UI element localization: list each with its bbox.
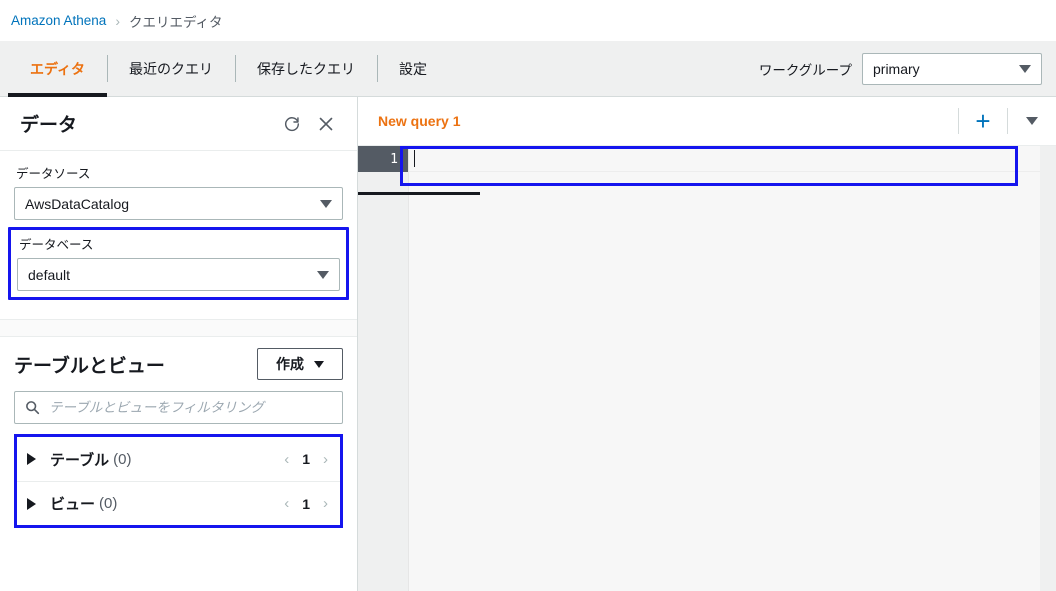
- tables-views-list: テーブル (0) ‹ 1 › ビュー (0) ‹ 1 ›: [14, 434, 343, 528]
- editor-gutter: 1: [358, 146, 408, 591]
- views-page-number: 1: [302, 495, 310, 512]
- close-icon[interactable]: [313, 111, 339, 137]
- editor-code-column[interactable]: [408, 146, 1040, 591]
- views-row-count: (0): [99, 495, 118, 512]
- tables-row-count: (0): [113, 450, 132, 468]
- refresh-icon[interactable]: [279, 111, 305, 137]
- text-cursor: [414, 150, 415, 167]
- nav-tabbar: エディタ 最近のクエリ 保存したクエリ 設定 ワークグループ primary: [0, 41, 1056, 97]
- search-icon: [25, 400, 40, 415]
- code-editor[interactable]: 1: [358, 145, 1056, 591]
- tab-recent-queries[interactable]: 最近のクエリ: [107, 41, 235, 96]
- breadcrumb-separator-icon: ›: [115, 12, 120, 29]
- chevron-down-icon: [314, 360, 324, 368]
- chevron-down-icon: [1026, 117, 1038, 125]
- breadcrumb: Amazon Athena › クエリエディタ: [0, 0, 1056, 41]
- tab-saved-queries[interactable]: 保存したクエリ: [235, 41, 377, 96]
- expand-triangle-icon[interactable]: [27, 497, 36, 510]
- datasource-field: データソース AwsDataCatalog: [14, 163, 343, 220]
- datasource-selected-value: AwsDataCatalog: [25, 195, 130, 212]
- panel-section-gap: [0, 320, 357, 337]
- tables-row-label: テーブル: [50, 451, 110, 469]
- add-query-tab-button[interactable]: +: [959, 97, 1007, 145]
- tables-and-views-title: テーブルとビュー: [14, 355, 165, 377]
- code-line-1[interactable]: [409, 146, 1040, 172]
- query-tab-menu-button[interactable]: [1008, 97, 1056, 145]
- filter-input[interactable]: [49, 400, 332, 415]
- breadcrumb-link-amazon-athena[interactable]: Amazon Athena: [11, 13, 106, 28]
- editor-right-margin: [1040, 146, 1056, 591]
- filter-search-box[interactable]: [14, 391, 343, 424]
- main-body: データ データソース AwsDataCatalog データベース default…: [0, 97, 1056, 591]
- tab-editor[interactable]: エディタ: [8, 41, 108, 97]
- data-source-section: データソース AwsDataCatalog データベース default: [0, 151, 357, 314]
- database-field: データベース default: [8, 227, 349, 300]
- expand-triangle-icon[interactable]: [27, 453, 36, 465]
- create-button[interactable]: 作成: [257, 348, 343, 380]
- active-tab-indicator: [358, 192, 480, 195]
- workgroup-label: ワークグループ: [758, 62, 852, 78]
- query-editor-area: New query 1 + 1: [358, 97, 1056, 591]
- views-pager: ‹ 1 ›: [284, 496, 328, 512]
- tab-settings[interactable]: 設定: [377, 41, 449, 96]
- data-panel-title: データ: [20, 115, 78, 136]
- list-item-views[interactable]: ビュー (0) ‹ 1 ›: [17, 481, 340, 525]
- datasource-label: データソース: [16, 167, 91, 181]
- tables-and-views-header: テーブルとビュー 作成: [14, 337, 343, 391]
- next-page-icon[interactable]: ›: [323, 496, 328, 511]
- create-button-label: 作成: [276, 356, 304, 372]
- workgroup-selected-value: primary: [873, 60, 920, 77]
- database-label: データベース: [19, 238, 94, 252]
- views-row-label: ビュー: [50, 496, 96, 513]
- data-panel: データ データソース AwsDataCatalog データベース default…: [0, 97, 358, 591]
- query-tab-actions: +: [958, 97, 1056, 145]
- workgroup-selector-group: ワークグループ primary: [758, 52, 1056, 85]
- chevron-down-icon: [317, 270, 329, 279]
- query-tab-new-query-1[interactable]: New query 1: [378, 113, 460, 129]
- line-number: 1: [358, 146, 408, 172]
- breadcrumb-current-page: クエリエディタ: [129, 14, 223, 30]
- workgroup-select[interactable]: primary: [862, 52, 1042, 85]
- data-panel-filler: [0, 528, 357, 591]
- tables-page-number: 1: [302, 451, 310, 467]
- nav-tab-list: エディタ 最近のクエリ 保存したクエリ 設定: [8, 41, 449, 97]
- next-page-icon[interactable]: ›: [323, 452, 328, 467]
- chevron-down-icon: [320, 199, 332, 208]
- previous-page-icon[interactable]: ‹: [284, 452, 289, 467]
- datasource-select[interactable]: AwsDataCatalog: [14, 187, 343, 220]
- database-selected-value: default: [28, 266, 71, 283]
- tables-and-views-section: テーブルとビュー 作成 テーブルとビューをフィルタリング テーブル (0) ‹ …: [0, 337, 357, 528]
- list-item-tables[interactable]: テーブル (0) ‹ 1 ›: [17, 437, 340, 481]
- database-select[interactable]: default: [17, 258, 340, 291]
- previous-page-icon[interactable]: ‹: [284, 496, 289, 511]
- tables-pager: ‹ 1 ›: [284, 451, 328, 467]
- data-panel-header: データ: [0, 97, 357, 151]
- query-tabbar: New query 1 +: [358, 97, 1056, 145]
- chevron-down-icon: [1019, 64, 1031, 73]
